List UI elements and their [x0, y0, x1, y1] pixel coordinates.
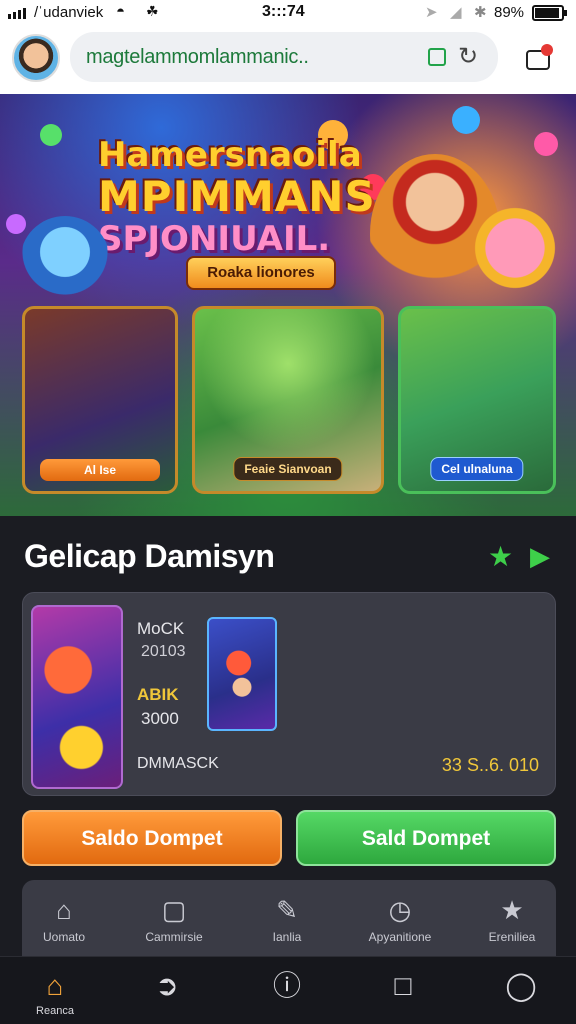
panel-amount: 33 S..6. 010 — [441, 755, 539, 775]
subnav-item-refresh[interactable]: ▢ Cammirsie — [124, 894, 224, 944]
panel-value-2: 3000 — [141, 709, 179, 728]
hero-title-line3: SPJONIUAIL. — [98, 219, 331, 259]
address-bar[interactable]: magtelammomlammanic.. ↻ — [70, 32, 498, 82]
hero-title-line2: MPIMMANS — [98, 172, 376, 221]
tab-book[interactable]: □ — [368, 969, 438, 1003]
panel-label-1: MoCK — [137, 619, 185, 638]
game-thumbnail-large[interactable] — [31, 605, 123, 789]
sald-dompet-button[interactable]: Sald Dompet — [296, 810, 556, 866]
subnav-label: Ianlia — [272, 930, 302, 944]
star-icon: ★ — [500, 895, 524, 925]
game-card-3-caption: Cel ulnaluna — [430, 457, 524, 481]
home-icon: ⌂ — [56, 895, 72, 925]
panel-label-3: DMMASCK — [137, 755, 219, 772]
battery-icon — [532, 5, 567, 21]
refresh-icon: ▢ — [161, 895, 187, 925]
balance-panel: MoCK 20103 ABIK 3000 DMMASCK 33 S..6. 01… — [22, 592, 556, 796]
tab-send[interactable]: ➲ — [132, 969, 202, 1003]
url-text[interactable]: magtelammomlammanic.. — [86, 46, 309, 69]
browser-toolbar: magtelammomlammanic.. ↻ — [0, 26, 576, 94]
reload-icon[interactable]: ↻ — [458, 42, 478, 71]
character-pink — [460, 194, 570, 314]
tab-info[interactable]: ⓘ — [252, 969, 322, 1003]
hero-title-line1: Hamersnaoila — [98, 135, 362, 175]
panel-label-2: ABIK — [137, 685, 179, 704]
tab-profile[interactable]: ◯ — [486, 969, 556, 1003]
panel-value-1: 20103 — [141, 643, 186, 660]
gauge-icon: ◷ — [388, 895, 412, 925]
clock: 3:::74 — [262, 3, 305, 20]
tab-home[interactable]: ⌂ Reanca — [20, 969, 90, 1017]
cellular-icon: ◢ — [450, 4, 462, 21]
subnav-item-gauge[interactable]: ◷ Apyanitione — [350, 894, 450, 944]
send-icon: ➲ — [155, 970, 179, 1001]
wifi-icon: ◓ — [116, 3, 126, 20]
user-icon: ◯ — [505, 970, 537, 1001]
hero-banner[interactable]: Hamersnaoila MPIMMANS SPJONIUAIL. Roaka … — [0, 94, 576, 516]
info-icon: ⓘ — [272, 970, 301, 1001]
tab-label: Reanca — [36, 1005, 74, 1017]
screen: /ˈudanviek ◓ ☘ 3:::74 ➤ ◢ ✱ 89% magtelam… — [0, 0, 576, 1024]
battery-percent: 89% — [494, 4, 525, 21]
game-card-1-caption: Al Ise — [40, 459, 160, 481]
notification-icon[interactable] — [524, 44, 554, 74]
paw-icon: ☘ — [146, 3, 159, 19]
subnav-item-star[interactable]: ★ Ereniliea — [462, 894, 562, 944]
play-icon[interactable]: ▶ — [530, 541, 550, 572]
game-card-3[interactable]: Cel ulnaluna — [398, 306, 556, 494]
subnav-item-edit[interactable]: ✎ Ianlia — [237, 894, 337, 944]
signal-icon — [8, 8, 26, 19]
subnav-label: Apyanitione — [368, 930, 432, 944]
subnav-label: Uomato — [42, 930, 86, 944]
subnav-item-home[interactable]: ⌂ Uomato — [14, 894, 114, 944]
lock-icon — [428, 48, 446, 66]
status-bar: /ˈudanviek ◓ ☘ 3:::74 ➤ ◢ ✱ 89% — [0, 0, 576, 26]
game-card-2-caption: Feaie Sianvoan — [233, 457, 343, 481]
hero-title: Hamersnaoila MPIMMANS SPJONIUAIL. — [98, 138, 376, 256]
carrier-label: /ˈudanviek — [34, 4, 104, 21]
subnav-label: Ereniliea — [488, 930, 536, 944]
avatar[interactable] — [12, 34, 60, 82]
home-icon: ⌂ — [46, 970, 64, 1001]
star-icon[interactable]: ★ — [488, 540, 513, 573]
game-thumbnail-small[interactable] — [207, 617, 277, 731]
location-icon: ➤ — [425, 4, 438, 21]
book-icon: □ — [394, 970, 412, 1001]
edit-icon: ✎ — [276, 895, 298, 925]
sub-navigation: ⌂ Uomato ▢ Cammirsie ✎ Ianlia ◷ Apyaniti… — [22, 880, 556, 960]
subnav-label: Cammirsie — [145, 930, 203, 944]
saldo-dompet-button[interactable]: Saldo Dompet — [22, 810, 282, 866]
section-title: Gelicap Damisyn — [24, 538, 275, 574]
game-card-2[interactable]: Feaie Sianvoan — [192, 306, 384, 494]
bottom-tab-bar: ⌂ Reanca ➲ ⓘ □ ◯ — [0, 956, 576, 1024]
hero-badge-button[interactable]: Roaka lionores — [186, 256, 336, 290]
game-card-1[interactable]: Al Ise — [22, 306, 178, 494]
bluetooth-icon: ✱ — [474, 4, 487, 21]
character-left — [20, 216, 110, 306]
